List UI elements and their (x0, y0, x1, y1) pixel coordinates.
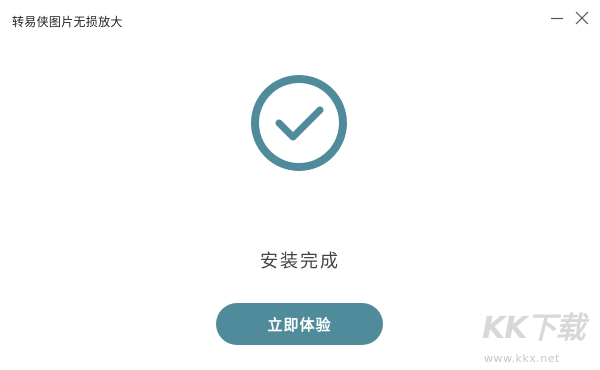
close-button[interactable] (571, 8, 593, 28)
window-title: 转易侠图片无损放大 (12, 15, 123, 29)
install-status-text: 安装完成 (260, 251, 340, 272)
watermark-logo: KK下载 (482, 311, 585, 346)
minimize-button[interactable] (546, 8, 568, 28)
watermark-url: www.kkx.net (484, 352, 560, 365)
success-indicator (250, 74, 348, 172)
check-circle-icon (251, 75, 347, 171)
close-icon (575, 11, 589, 25)
minimize-icon (551, 17, 563, 20)
watermark: KK下载 www.kkx.net (478, 312, 596, 368)
installer-window: 转易侠图片无损放大 安装完成 立即体验 KK下载 www.kkx.net (0, 0, 600, 370)
try-now-button[interactable]: 立即体验 (216, 303, 383, 345)
